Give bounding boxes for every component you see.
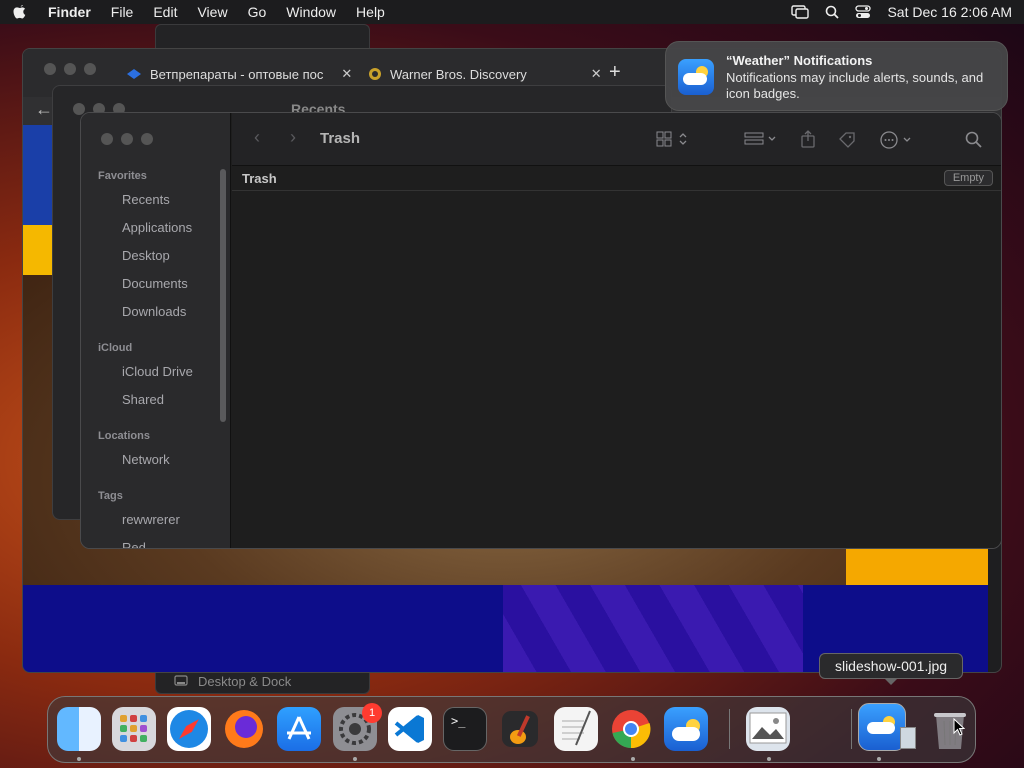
notification-body: Notifications may include alerts, sounds…	[726, 70, 984, 101]
sidebar-scrollbar[interactable]	[220, 169, 226, 422]
screen-mirroring-icon[interactable]	[791, 5, 810, 19]
sidebar-item-shared[interactable]: Shared	[122, 392, 164, 407]
finder-window-trash[interactable]: Favorites Recents Applications Desktop D…	[80, 112, 1002, 549]
sidebar-item-network[interactable]: Network	[122, 452, 170, 467]
view-grid-icon[interactable]	[656, 131, 690, 147]
dock-tooltip: slideshow-001.jpg	[819, 653, 963, 679]
control-center-icon[interactable]	[855, 5, 872, 19]
minimize-window-button[interactable]	[121, 133, 133, 145]
file-list-area[interactable]	[232, 192, 1001, 548]
trash-header-bar: Trash Empty	[232, 167, 1001, 191]
menu-view[interactable]: View	[197, 4, 227, 20]
firefox-dock-icon[interactable]	[222, 707, 266, 751]
menu-bar: Finder File Edit View Go Window Help Sat…	[0, 0, 1024, 24]
finder-dock-icon[interactable]	[57, 707, 101, 751]
sidebar-item-downloads[interactable]: Downloads	[122, 304, 186, 319]
search-icon[interactable]	[965, 131, 983, 149]
trash-dock-icon[interactable]	[928, 707, 972, 751]
new-tab-icon[interactable]: +	[609, 61, 621, 84]
sidebar-section-icloud: iCloud	[98, 342, 133, 354]
sidebar-section-locations: Locations	[98, 430, 150, 442]
sidebar-item-tag-rewwrerer[interactable]: rewwrerer	[122, 512, 180, 527]
browser-tab-vet[interactable]: Ветпрепараты - оптовые пос ✕	[126, 63, 352, 85]
group-by-icon[interactable]	[744, 132, 780, 146]
tag-icon[interactable]	[838, 131, 856, 149]
finder-toolbar: ‹ › Trash	[232, 113, 1001, 166]
tooltip-arrow	[884, 678, 898, 685]
minimize-window-button[interactable]	[64, 63, 76, 75]
sidebar-section-tags: Tags	[98, 490, 123, 502]
back-chevron-icon[interactable]: ‹	[254, 127, 260, 148]
apple-icon[interactable]	[12, 4, 28, 20]
mouse-cursor-icon	[953, 718, 965, 736]
close-window-button[interactable]	[44, 63, 56, 75]
zoom-window-button[interactable]	[141, 133, 153, 145]
dock: >_	[47, 696, 976, 763]
menu-edit[interactable]: Edit	[153, 4, 177, 20]
weather-app-icon	[678, 59, 714, 95]
weather-notification[interactable]: “Weather” Notifications Notifications ma…	[665, 41, 1008, 111]
warner-favicon-icon	[369, 68, 381, 80]
menu-help[interactable]: Help	[356, 4, 385, 20]
sidebar-section-favorites: Favorites	[98, 170, 147, 182]
menu-file[interactable]: File	[111, 4, 134, 20]
window-title: Trash	[320, 130, 361, 147]
garageband-dock-icon[interactable]	[498, 707, 542, 751]
sidebar-item-icloud-drive[interactable]: iCloud Drive	[122, 364, 193, 379]
settings-item-desktop-dock[interactable]: Desktop & Dock	[198, 674, 291, 689]
close-tab-icon[interactable]: ✕	[341, 66, 352, 82]
dock-separator	[729, 709, 730, 749]
back-arrow-icon[interactable]: ←	[35, 99, 53, 120]
sidebar-item-documents[interactable]: Documents	[122, 276, 188, 291]
menu-go[interactable]: Go	[248, 4, 267, 20]
app-store-dock-icon[interactable]	[277, 707, 321, 751]
finder-sidebar: Favorites Recents Applications Desktop D…	[81, 113, 231, 548]
more-actions-icon[interactable]	[880, 131, 916, 149]
finder-window-thumb-icon	[900, 727, 916, 749]
sidebar-item-recents[interactable]: Recents	[122, 192, 170, 207]
trash-label: Trash	[242, 171, 277, 186]
terminal-dock-icon[interactable]: >_	[443, 707, 487, 751]
tab-title: Warner Bros. Discovery	[390, 66, 527, 82]
menu-finder[interactable]: Finder	[48, 4, 91, 20]
forward-chevron-icon[interactable]: ›	[290, 127, 296, 148]
sidebar-item-desktop[interactable]: Desktop	[122, 248, 170, 263]
close-window-button[interactable]	[101, 133, 113, 145]
textedit-dock-icon[interactable]	[554, 707, 598, 751]
browser-tab-warner[interactable]: Warner Bros. Discovery ✕	[368, 63, 602, 85]
sidebar-item-tag-red[interactable]: Red	[122, 540, 146, 548]
spotlight-search-icon[interactable]	[825, 5, 840, 19]
menu-window[interactable]: Window	[286, 4, 336, 20]
vscode-dock-icon[interactable]	[388, 707, 432, 751]
tab-favicon-icon	[127, 69, 141, 79]
safari-dock-icon[interactable]	[167, 707, 211, 751]
weather-dock-icon[interactable]	[664, 707, 708, 751]
preview-dock-icon[interactable]	[746, 707, 790, 751]
sidebar-item-applications[interactable]: Applications	[122, 220, 192, 235]
share-icon[interactable]	[800, 130, 816, 148]
empty-trash-button[interactable]: Empty	[943, 170, 993, 186]
settings-notification-badge: 1	[362, 703, 382, 723]
zoom-window-button[interactable]	[84, 63, 96, 75]
close-tab-icon[interactable]: ✕	[591, 66, 602, 82]
menubar-clock[interactable]: Sat Dec 16 2:06 AM	[887, 4, 1012, 20]
desktop-dock-icon	[174, 675, 188, 686]
launchpad-dock-icon[interactable]	[112, 707, 156, 751]
weather-minimized-dock-icon[interactable]	[858, 703, 906, 751]
tab-title: Ветпрепараты - оптовые пос	[150, 66, 324, 82]
dock-separator	[851, 709, 852, 749]
notification-title: “Weather” Notifications	[726, 53, 873, 68]
chrome-dock-icon[interactable]	[609, 707, 653, 751]
